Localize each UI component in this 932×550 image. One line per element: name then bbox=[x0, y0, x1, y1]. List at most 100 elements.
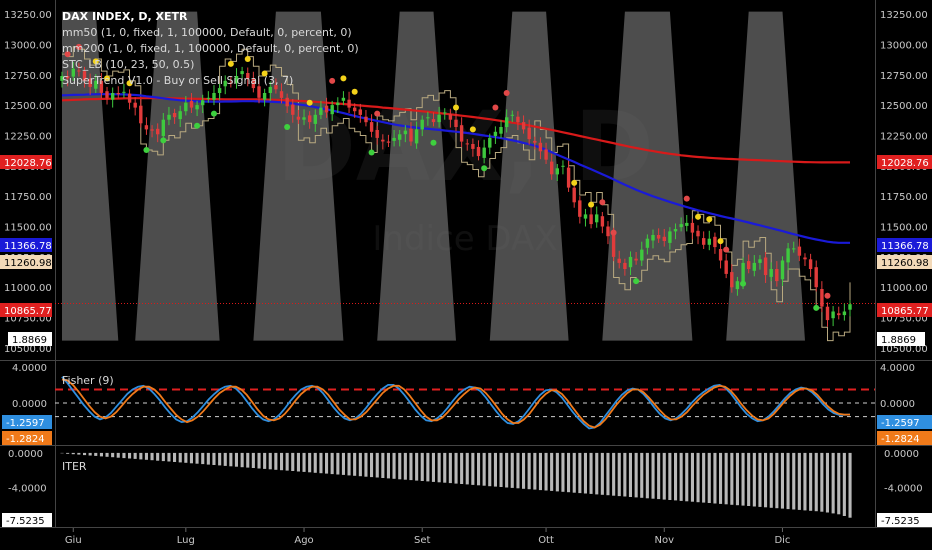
candle-body bbox=[184, 102, 188, 112]
candle-body bbox=[358, 109, 362, 115]
dot-green bbox=[284, 123, 291, 130]
iter-bar bbox=[674, 452, 678, 501]
candle-body bbox=[347, 99, 351, 108]
fisher-tick-right: 0.0000 bbox=[880, 399, 915, 410]
candle-body bbox=[516, 116, 520, 123]
legend-mm50[interactable]: mm50 (1, 0, fixed, 1, 100000, Default, 0… bbox=[62, 26, 352, 39]
candle-body bbox=[758, 259, 762, 263]
iter-bar bbox=[707, 452, 711, 503]
iter-bar bbox=[831, 452, 835, 514]
iter-bar bbox=[111, 452, 115, 458]
legend-iter[interactable]: ITER bbox=[62, 460, 87, 473]
dax-chart[interactable]: DAX, D Indice DAX 13250.00 13250.0013000.… bbox=[0, 0, 932, 550]
iter-bar bbox=[454, 452, 458, 484]
iter-bar bbox=[167, 452, 171, 462]
badge-iter-right: -7.5235 bbox=[881, 516, 920, 527]
legend-stc[interactable]: STC_LB (10, 23, 50, 0.5) bbox=[62, 58, 194, 71]
dot-yellow bbox=[588, 201, 595, 208]
dot-green bbox=[210, 110, 217, 117]
dot-green bbox=[194, 122, 201, 129]
iter-bar bbox=[471, 452, 475, 485]
price-tick-left: 11750.00 bbox=[4, 192, 52, 203]
candle-body bbox=[127, 93, 132, 103]
candle-body bbox=[189, 100, 194, 108]
candle-body bbox=[161, 119, 165, 137]
legend-fisher[interactable]: Fisher (9) bbox=[62, 374, 114, 387]
candle-body bbox=[634, 258, 638, 261]
iter-bar bbox=[668, 452, 672, 500]
iter-bar bbox=[392, 452, 396, 479]
iter-bar bbox=[144, 452, 148, 460]
iter-bar bbox=[651, 452, 655, 499]
price-tick-left: 12750.00 bbox=[4, 71, 52, 82]
fisher-tick-left: 0.0000 bbox=[12, 399, 47, 410]
iter-bar bbox=[550, 452, 554, 491]
candle-body bbox=[808, 259, 813, 269]
candle-body bbox=[640, 249, 644, 261]
iter-bar bbox=[364, 452, 368, 477]
legend-mm200[interactable]: mm200 (1, 0, fixed, 1, 100000, Default, … bbox=[62, 42, 359, 55]
iter-bar bbox=[448, 452, 452, 484]
badge-super-right: 11260.98 bbox=[881, 258, 929, 269]
badge-super-left: 11260.98 bbox=[4, 258, 52, 269]
candle-body bbox=[780, 260, 785, 280]
dot-red bbox=[683, 195, 690, 202]
candle-body bbox=[583, 214, 588, 219]
dot-yellow bbox=[717, 238, 724, 245]
candle-body bbox=[330, 105, 334, 115]
candle-body bbox=[510, 114, 514, 116]
iter-bar bbox=[280, 452, 284, 471]
iter-bar bbox=[842, 452, 846, 516]
iter-bar bbox=[426, 452, 430, 482]
price-tick-right: 12250.00 bbox=[880, 131, 928, 142]
dot-yellow bbox=[571, 179, 578, 186]
iter-bar bbox=[628, 452, 632, 497]
badge-ma200-left: 12028.76 bbox=[4, 158, 52, 169]
iter-bar bbox=[431, 452, 435, 482]
candle-body bbox=[172, 113, 177, 118]
candle-body bbox=[713, 236, 717, 248]
candle-body bbox=[707, 238, 711, 245]
iter-bar bbox=[330, 452, 334, 475]
price-tick-right: 11000.00 bbox=[880, 283, 928, 294]
candle-body bbox=[409, 128, 413, 142]
dot-green bbox=[430, 139, 437, 146]
candle-body bbox=[797, 246, 802, 256]
candle-body bbox=[505, 117, 509, 127]
legend-supertrend[interactable]: SuperTrend V1.0 - Buy or Sell Signal (3,… bbox=[62, 74, 293, 87]
candle-body bbox=[482, 147, 486, 158]
iter-bar bbox=[522, 452, 526, 489]
price-tick-right: 13250.00 bbox=[880, 10, 928, 21]
candle-body bbox=[386, 141, 391, 143]
iter-bar bbox=[218, 452, 222, 466]
candle-body bbox=[718, 249, 723, 261]
iter-bar bbox=[848, 452, 852, 518]
iter-bar bbox=[415, 452, 419, 481]
iter-bar bbox=[814, 452, 818, 512]
iter-bar bbox=[595, 452, 599, 495]
iter-bar bbox=[640, 452, 644, 498]
candle-body bbox=[527, 127, 531, 140]
candle-body bbox=[538, 142, 543, 152]
candle-body bbox=[156, 128, 160, 135]
x-tick-label: Set bbox=[414, 535, 431, 546]
iter-bar bbox=[398, 452, 402, 480]
iter-bar bbox=[747, 452, 751, 506]
iter-bar bbox=[533, 452, 537, 490]
candle-body bbox=[414, 129, 419, 144]
candle-body bbox=[257, 86, 261, 98]
candle-body bbox=[279, 91, 284, 98]
candle-body bbox=[735, 281, 740, 290]
iter-bar bbox=[184, 452, 188, 463]
iter-bar bbox=[578, 452, 582, 494]
iter-bar bbox=[465, 452, 469, 485]
candle-body bbox=[572, 187, 576, 203]
x-tick-label: Dic bbox=[774, 535, 790, 546]
dot-red bbox=[329, 77, 336, 84]
dot-yellow bbox=[351, 88, 358, 95]
x-tick-label: Lug bbox=[177, 535, 195, 546]
iter-bar bbox=[189, 452, 193, 464]
iter-bar bbox=[561, 452, 565, 492]
iter-bar bbox=[657, 452, 661, 500]
iter-bar bbox=[437, 452, 441, 483]
